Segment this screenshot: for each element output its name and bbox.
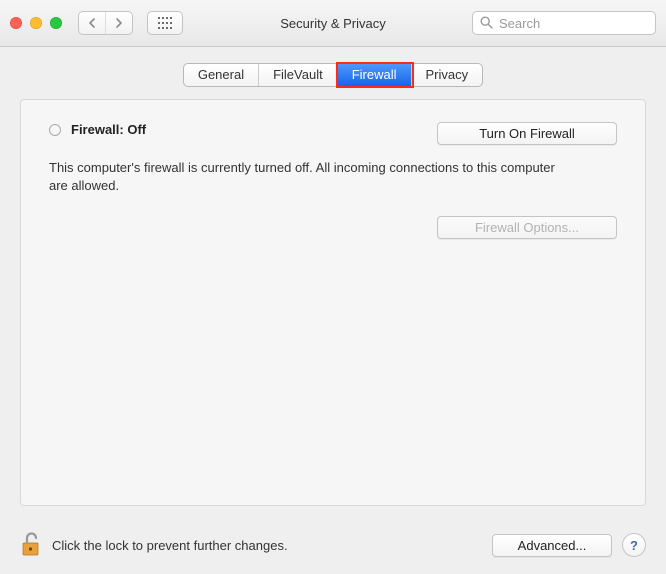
show-all-prefs-button[interactable] (147, 11, 183, 35)
tab-privacy[interactable]: Privacy (412, 64, 483, 86)
tabs: General FileVault Firewall Privacy (183, 63, 483, 87)
content-area: General FileVault Firewall Privacy Firew… (0, 47, 666, 516)
search-placeholder: Search (499, 16, 540, 31)
lock-button[interactable] (20, 530, 42, 561)
close-window-button[interactable] (10, 17, 22, 29)
nav-back-forward (78, 11, 133, 35)
firewall-options-label: Firewall Options... (475, 220, 579, 235)
minimize-window-button[interactable] (30, 17, 42, 29)
zoom-window-button[interactable] (50, 17, 62, 29)
back-button[interactable] (79, 12, 106, 34)
firewall-description: This computer's firewall is currently tu… (49, 159, 559, 194)
chevron-left-icon (88, 18, 96, 28)
advanced-button[interactable]: Advanced... (492, 534, 612, 557)
lock-description: Click the lock to prevent further change… (52, 538, 288, 553)
firewall-status-indicator-icon (49, 124, 61, 136)
tab-firewall[interactable]: Firewall (338, 64, 412, 86)
search-icon (480, 16, 493, 29)
lock-open-icon (20, 530, 42, 558)
window-controls (10, 17, 62, 29)
tab-filevault[interactable]: FileVault (259, 64, 338, 86)
footer: Click the lock to prevent further change… (0, 516, 666, 574)
firewall-status-row: Firewall: Off Turn On Firewall (49, 122, 617, 145)
firewall-pane: Firewall: Off Turn On Firewall This comp… (20, 99, 646, 506)
grid-icon (158, 17, 172, 29)
turn-on-firewall-label: Turn On Firewall (479, 126, 575, 141)
help-button[interactable]: ? (622, 533, 646, 557)
forward-button[interactable] (106, 12, 132, 34)
search-input[interactable]: Search (472, 11, 656, 35)
advanced-label: Advanced... (518, 538, 587, 553)
firewall-status: Firewall: Off (49, 122, 146, 137)
chevron-right-icon (115, 18, 123, 28)
help-icon: ? (630, 538, 638, 553)
firewall-options-button: Firewall Options... (437, 216, 617, 239)
tab-general[interactable]: General (184, 64, 259, 86)
firewall-status-title: Firewall: Off (71, 122, 146, 137)
turn-on-firewall-button[interactable]: Turn On Firewall (437, 122, 617, 145)
prefs-window: Security & Privacy Search General FileVa… (0, 0, 666, 574)
titlebar: Security & Privacy Search (0, 0, 666, 47)
